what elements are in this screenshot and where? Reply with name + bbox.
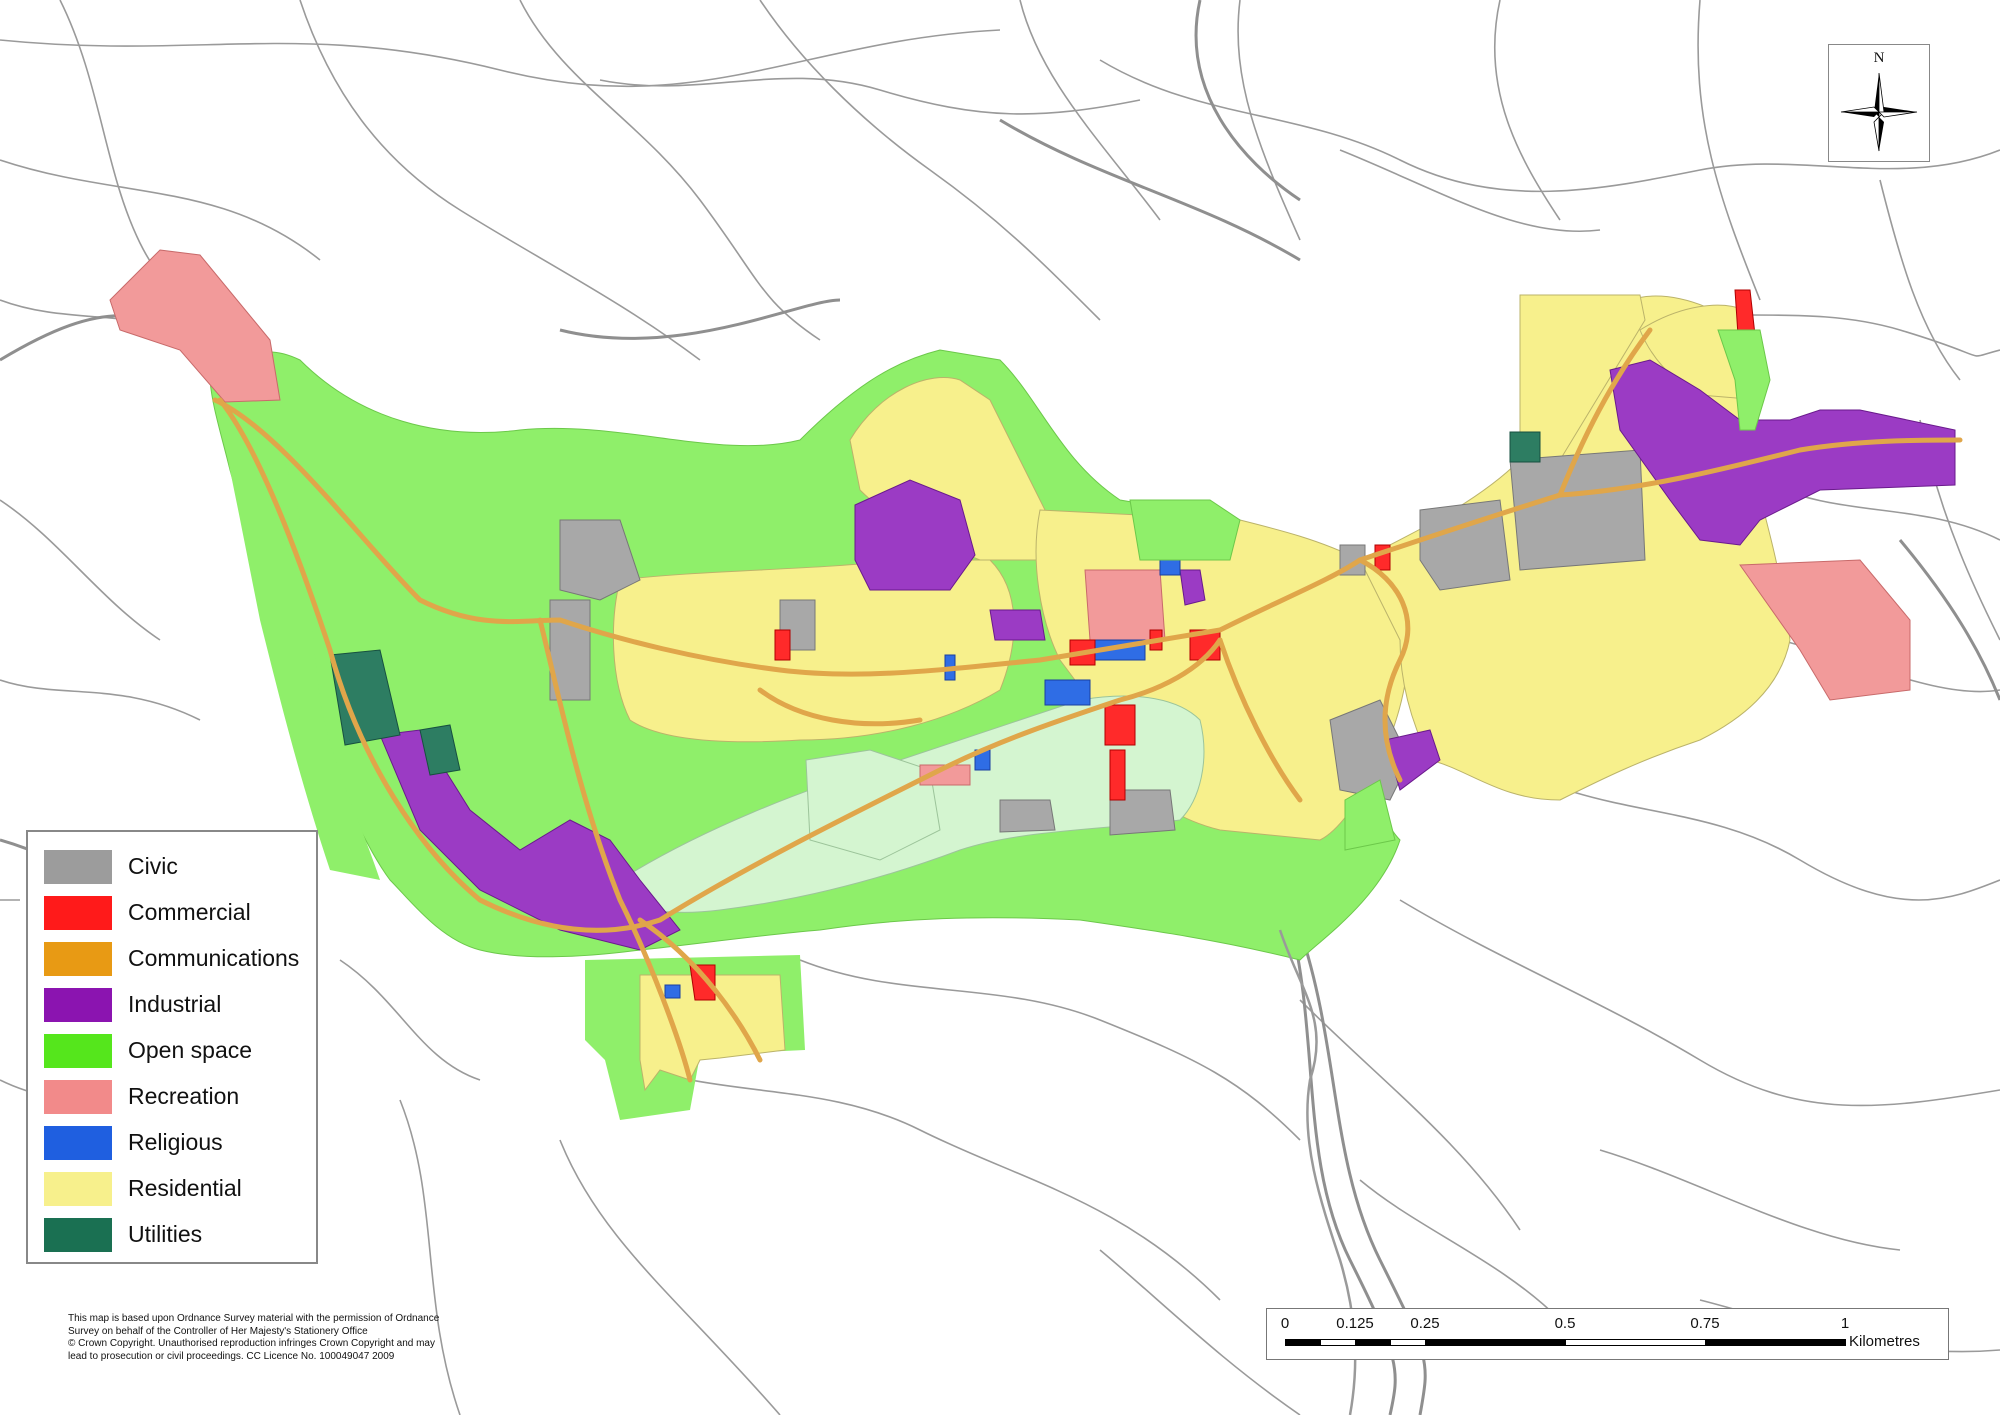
legend-label-recreation: Recreation xyxy=(128,1083,240,1109)
map-legend: Civic Commercial Communications Industri… xyxy=(26,830,318,1264)
legend-swatch-utilities xyxy=(44,1218,112,1252)
scale-segment xyxy=(1285,1339,1321,1346)
scale-bar: 0 0.125 0.25 0.5 0.75 1 Kilometres xyxy=(1266,1308,1949,1360)
scale-tick-label: 0.5 xyxy=(1554,1315,1576,1332)
scale-segment xyxy=(1390,1339,1426,1346)
legend-label-religious: Religious xyxy=(128,1129,223,1155)
legend-label-utilities: Utilities xyxy=(128,1221,203,1247)
scale-tick-label: 1 xyxy=(1840,1315,1850,1332)
legend-label-commercial: Commercial xyxy=(128,899,251,925)
scale-segment xyxy=(1565,1339,1706,1346)
scale-tick-label: 0.25 xyxy=(1410,1315,1440,1332)
scale-segment xyxy=(1320,1339,1356,1346)
legend-swatch-civic xyxy=(44,850,112,884)
legend-label-communications: Communications xyxy=(128,945,300,971)
scale-tick-label: 0.125 xyxy=(1336,1315,1374,1332)
legend-swatch-communications xyxy=(44,942,112,976)
legend-label-civic: Civic xyxy=(128,853,178,879)
scale-tick-label: 0.75 xyxy=(1690,1315,1720,1332)
legend-swatch-industrial xyxy=(44,988,112,1022)
copyright-notice: This map is based upon Ordnance Survey m… xyxy=(68,1313,538,1363)
legend-swatch-recreation xyxy=(44,1080,112,1114)
scale-segment xyxy=(1355,1339,1391,1346)
legend-swatch-open-space xyxy=(44,1034,112,1068)
copyright-line: © Crown Copyright. Unauthorised reproduc… xyxy=(68,1338,435,1349)
north-arrow: N xyxy=(1828,44,1930,162)
legend-label-industrial: Industrial xyxy=(128,991,222,1017)
scale-units: Kilometres xyxy=(1849,1333,1920,1350)
legend-swatch-religious xyxy=(44,1126,112,1160)
legend-swatch-commercial xyxy=(44,896,112,930)
north-label: N xyxy=(1873,50,1885,66)
copyright-line: This map is based upon Ordnance Survey m… xyxy=(68,1313,440,1324)
scale-tick-label: 0 xyxy=(1280,1315,1290,1332)
copyright-line: Survey on behalf of the Controller of He… xyxy=(68,1325,368,1337)
scale-segment xyxy=(1425,1339,1566,1346)
legend-swatch-residential xyxy=(44,1172,112,1206)
compass-icon xyxy=(1840,72,1918,152)
copyright-line: lead to prosecution or civil proceedings… xyxy=(68,1350,395,1362)
legend-label-residential: Residential xyxy=(128,1175,242,1201)
scale-segment xyxy=(1705,1339,1846,1346)
legend-label-open-space: Open space xyxy=(128,1037,253,1063)
